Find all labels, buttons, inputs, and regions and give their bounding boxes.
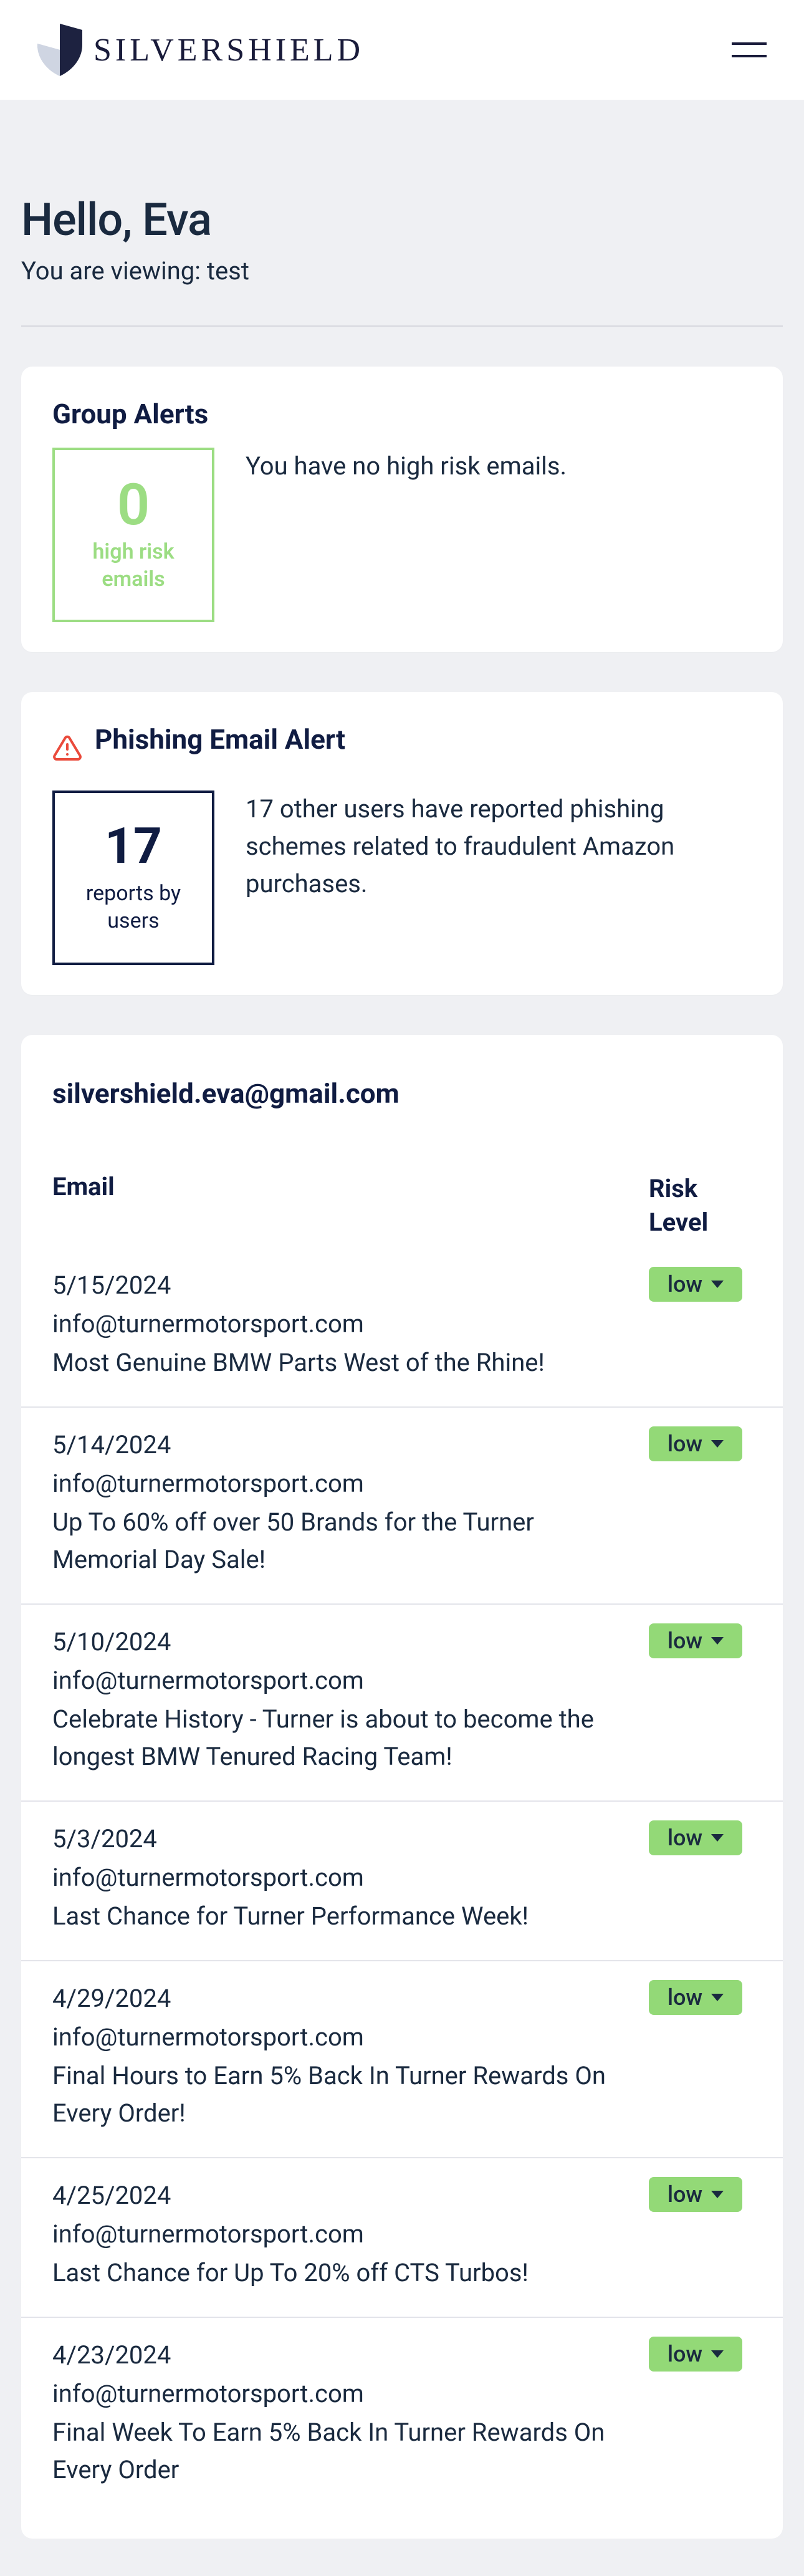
email-info: 5/15/2024info@turnermotorsport.comMost G… [52, 1267, 624, 1382]
viewing-label: You are viewing: [21, 256, 207, 286]
risk-label: low [668, 1431, 702, 1457]
risk-cell: low [649, 1426, 752, 1579]
email-info: 4/29/2024info@turnermotorsport.comFinal … [52, 1980, 624, 2132]
risk-cell: low [649, 1820, 752, 1935]
risk-cell: low [649, 1980, 752, 2132]
viewing-row: You are viewing: test [21, 256, 783, 286]
divider [21, 325, 783, 327]
email-from: info@turnermotorsport.com [52, 2019, 624, 2056]
phishing-count: 17 [105, 821, 162, 871]
brand-name: SILVERSHIELD [93, 32, 364, 69]
high-risk-label: high risk emails [92, 538, 174, 593]
account-email: silvershield.eva@gmail.com [52, 1077, 752, 1110]
warning-icon [52, 733, 82, 763]
chevron-down-icon [711, 2191, 724, 2198]
email-info: 4/23/2024info@turnermotorsport.comFinal … [52, 2337, 624, 2489]
email-subject: Final Week To Earn 5% Back In Turner Rew… [52, 2414, 624, 2489]
risk-cell: low [649, 2177, 752, 2292]
high-risk-count-box: 0 high risk emails [52, 448, 214, 622]
table-row[interactable]: 4/25/2024info@turnermotorsport.comLast C… [21, 2157, 783, 2317]
th-risk: Risk Level [649, 1172, 752, 1239]
risk-label: low [668, 2341, 702, 2367]
risk-label: low [668, 1628, 702, 1654]
email-info: 5/3/2024info@turnermotorsport.comLast Ch… [52, 1820, 624, 1935]
email-subject: Most Genuine BMW Parts West of the Rhine… [52, 1344, 624, 1382]
group-alerts-card: Group Alerts 0 high risk emails You have… [21, 367, 783, 652]
header: SILVERSHIELD [0, 0, 804, 100]
table-row[interactable]: 5/3/2024info@turnermotorsport.comLast Ch… [21, 1800, 783, 1960]
chevron-down-icon [711, 1281, 724, 1288]
chevron-down-icon [711, 1440, 724, 1448]
table-row[interactable]: 4/23/2024info@turnermotorsport.comFinal … [21, 2317, 783, 2514]
risk-level-dropdown[interactable]: low [649, 2337, 742, 2372]
risk-label: low [668, 2181, 702, 2208]
high-risk-count: 0 [117, 477, 150, 534]
risk-label: low [668, 1984, 702, 2011]
group-alerts-title: Group Alerts [52, 398, 752, 430]
table-row[interactable]: 5/14/2024info@turnermotorsport.comUp To … [21, 1406, 783, 1603]
risk-label: low [668, 1271, 702, 1297]
email-info: 4/25/2024info@turnermotorsport.comLast C… [52, 2177, 624, 2292]
phishing-count-box: 17 reports by users [52, 791, 214, 965]
phishing-alert-title: Phishing Email Alert [95, 723, 345, 756]
email-subject: Up To 60% off over 50 Brands for the Tur… [52, 1504, 624, 1579]
table-header: Email Risk Level [52, 1172, 752, 1239]
chevron-down-icon [711, 1994, 724, 2001]
page-content: Hello, Eva You are viewing: test Group A… [0, 100, 804, 2576]
email-from: info@turnermotorsport.com [52, 1859, 624, 1896]
group-alerts-message: You have no high risk emails. [246, 448, 752, 485]
email-from: info@turnermotorsport.com [52, 2375, 624, 2413]
risk-label: low [668, 1825, 702, 1851]
risk-level-dropdown[interactable]: low [649, 2177, 742, 2212]
email-from: info@turnermotorsport.com [52, 1662, 624, 1699]
phishing-alert-message: 17 other users have reported phishing sc… [246, 791, 752, 903]
email-subject: Last Chance for Up To 20% off CTS Turbos… [52, 2254, 624, 2292]
risk-cell: low [649, 2337, 752, 2489]
email-date: 4/23/2024 [52, 2337, 624, 2374]
menu-button[interactable] [732, 42, 767, 57]
greeting: Hello, Eva [21, 193, 783, 246]
th-email: Email [52, 1172, 115, 1201]
email-subject: Celebrate History - Turner is about to b… [52, 1701, 624, 1776]
table-row[interactable]: 4/29/2024info@turnermotorsport.comFinal … [21, 1960, 783, 2157]
risk-cell: low [649, 1267, 752, 1382]
brand-logo[interactable]: SILVERSHIELD [37, 24, 364, 76]
email-subject: Final Hours to Earn 5% Back In Turner Re… [52, 2057, 624, 2132]
email-info: 5/10/2024info@turnermotorsport.comCelebr… [52, 1623, 624, 1776]
risk-level-dropdown[interactable]: low [649, 1267, 742, 1302]
email-date: 4/25/2024 [52, 2177, 624, 2214]
table-row[interactable]: 5/10/2024info@turnermotorsport.comCelebr… [21, 1603, 783, 1800]
risk-cell: low [649, 1623, 752, 1776]
email-from: info@turnermotorsport.com [52, 2216, 624, 2253]
chevron-down-icon [711, 1834, 724, 1842]
email-from: info@turnermotorsport.com [52, 1305, 624, 1343]
email-rows: 5/15/2024info@turnermotorsport.comMost G… [21, 1267, 783, 2514]
chevron-down-icon [711, 2350, 724, 2358]
email-date: 5/14/2024 [52, 1426, 624, 1464]
email-date: 5/10/2024 [52, 1623, 624, 1661]
email-from: info@turnermotorsport.com [52, 1465, 624, 1502]
viewing-value: test [207, 256, 249, 286]
email-list-card: silvershield.eva@gmail.com Email Risk Le… [21, 1035, 783, 2539]
risk-level-dropdown[interactable]: low [649, 1426, 742, 1461]
email-date: 4/29/2024 [52, 1980, 624, 2017]
chevron-down-icon [711, 1637, 724, 1645]
risk-level-dropdown[interactable]: low [649, 1980, 742, 2015]
risk-level-dropdown[interactable]: low [649, 1820, 742, 1855]
email-date: 5/3/2024 [52, 1820, 624, 1858]
email-date: 5/15/2024 [52, 1267, 624, 1304]
email-info: 5/14/2024info@turnermotorsport.comUp To … [52, 1426, 624, 1579]
risk-level-dropdown[interactable]: low [649, 1623, 742, 1658]
phishing-label: reports by users [86, 880, 181, 935]
shield-icon [37, 24, 82, 76]
table-row[interactable]: 5/15/2024info@turnermotorsport.comMost G… [21, 1267, 783, 1406]
email-subject: Last Chance for Turner Performance Week! [52, 1898, 624, 1935]
phishing-alert-card: Phishing Email Alert 17 reports by users… [21, 692, 783, 995]
